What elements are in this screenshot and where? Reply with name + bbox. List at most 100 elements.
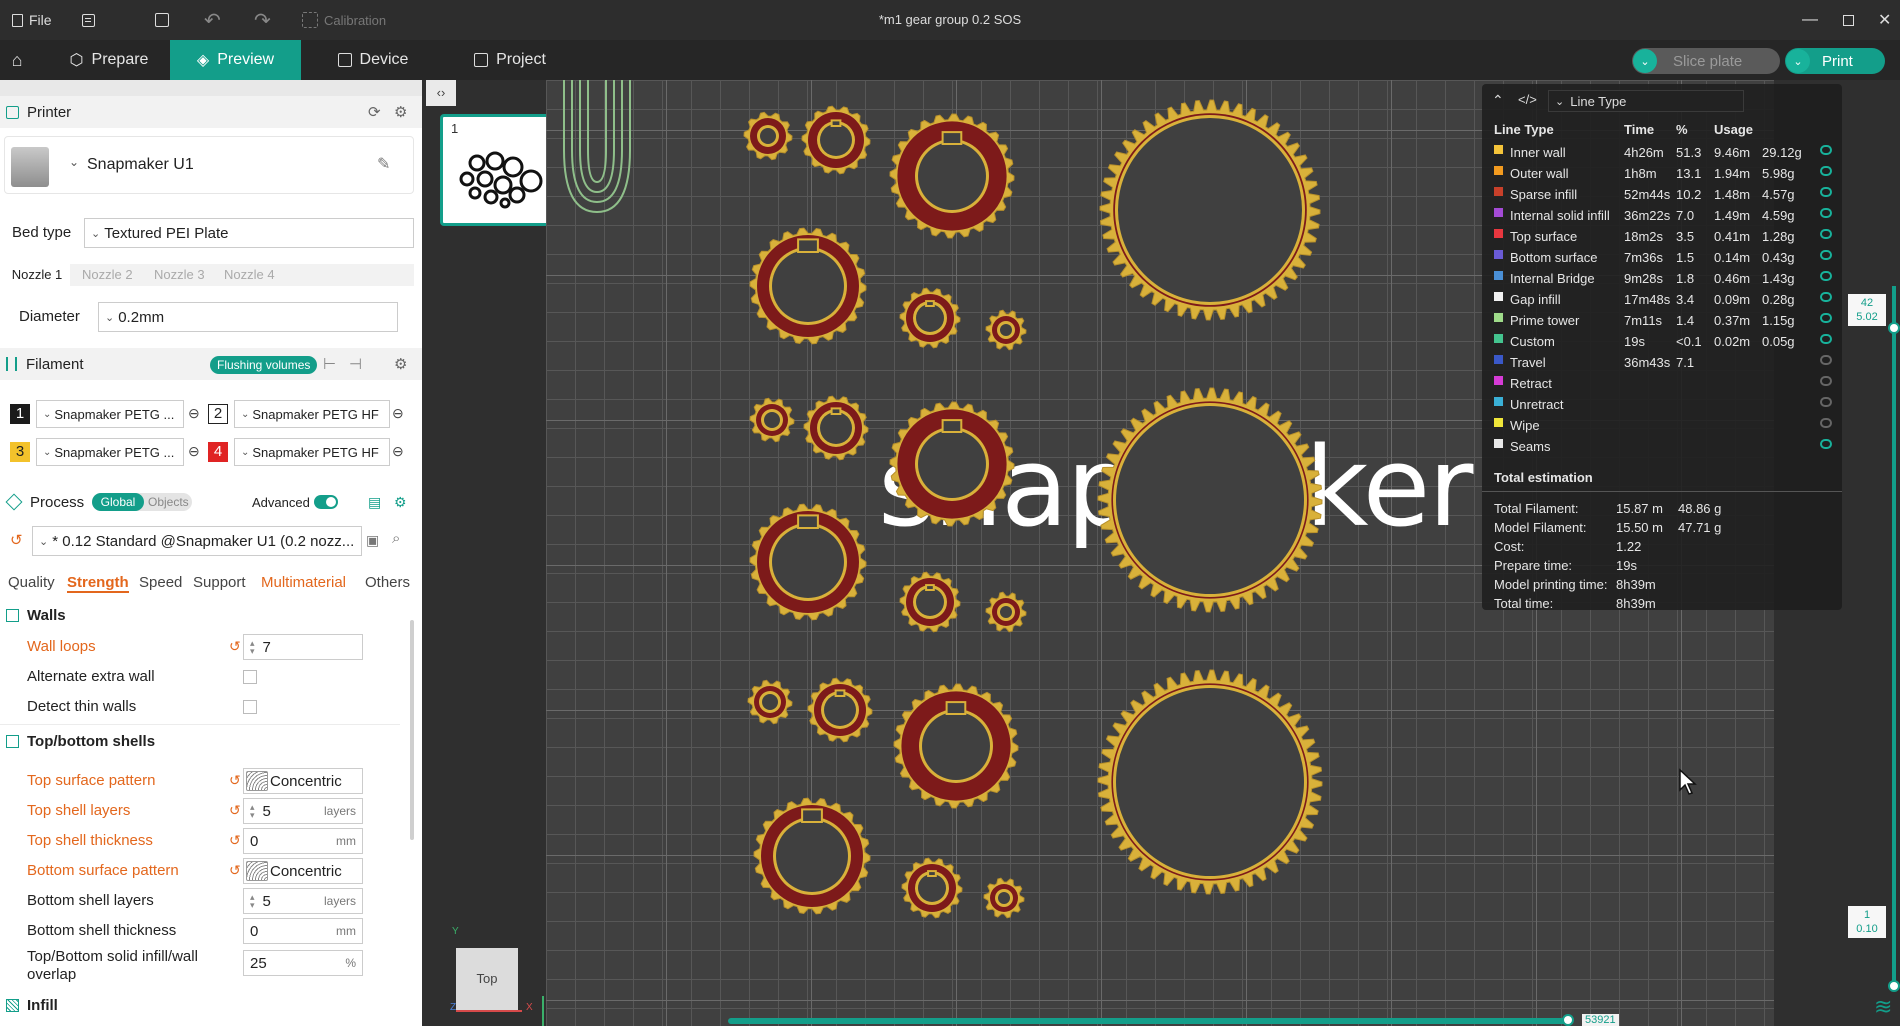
home-button[interactable]: ⌂ [0, 40, 34, 80]
gear-model[interactable] [983, 877, 1025, 919]
gear-model[interactable] [1097, 387, 1323, 613]
view-cube[interactable]: Top [456, 948, 518, 1010]
chevron-down-icon[interactable]: ⌄ [1633, 49, 1657, 73]
chevron-down-icon[interactable]: ⌄ [1786, 49, 1810, 73]
gear-model[interactable] [893, 683, 1019, 809]
toggle-objects[interactable]: Objects [148, 495, 189, 509]
menu-button[interactable] [82, 0, 95, 40]
eye-off-icon[interactable] [1820, 355, 1832, 365]
process-settings-icon[interactable]: ⚙ [394, 494, 407, 511]
tab-nozzle-4[interactable]: Nozzle 4 [224, 267, 275, 282]
legend-row[interactable]: Custom 19s <0.1 0.02m 0.05g [1482, 331, 1842, 352]
tab-nozzle-1[interactable]: Nozzle 1 [4, 264, 70, 286]
eye-off-icon[interactable] [1820, 418, 1832, 428]
sidebar-scrollbar[interactable] [410, 620, 414, 840]
calibration-button[interactable]: Calibration [302, 0, 386, 40]
gear-model[interactable] [889, 401, 1015, 527]
gear-model[interactable] [899, 571, 961, 633]
top-surface-pattern-select[interactable]: Concentric [243, 768, 363, 794]
tab-project[interactable]: Project [455, 40, 565, 80]
filament-slot[interactable]: 3 ⌄ Snapmaker PETG ... ⊖ [8, 438, 204, 466]
reset-icon[interactable]: ↺ [229, 772, 241, 789]
legend-row[interactable]: Gap infill 17m48s 3.4 0.09m 0.28g [1482, 289, 1842, 310]
gear-model[interactable] [753, 797, 871, 915]
gear-model[interactable] [801, 105, 871, 175]
gear-model[interactable] [899, 287, 961, 349]
gear-model[interactable] [743, 111, 793, 161]
save-preset-icon[interactable]: ▣ [366, 532, 379, 549]
eye-icon[interactable] [1820, 250, 1832, 260]
legend-row[interactable]: Seams [1482, 436, 1842, 457]
minimize-button[interactable]: — [1802, 0, 1818, 40]
code-view-icon[interactable]: </> [1518, 92, 1537, 107]
eye-icon[interactable] [1820, 334, 1832, 344]
eye-icon[interactable] [1820, 313, 1832, 323]
diameter-select[interactable]: ⌄ 0.2mm [98, 302, 398, 332]
search-icon[interactable]: ⌕ [392, 530, 400, 547]
remove-circle-icon[interactable]: ⊖ [392, 443, 404, 460]
print-button[interactable]: ⌄ Print [1785, 48, 1885, 74]
remove-circle-icon[interactable]: ⊖ [188, 443, 200, 460]
filament-select[interactable]: ⌄ Snapmaker PETG ... [36, 400, 184, 428]
filament-slot[interactable]: 4 ⌄ Snapmaker PETG HF ⊖ [206, 438, 416, 466]
printer-section-header[interactable]: Printer ⟳ ⚙ [0, 96, 422, 128]
remove-circle-icon[interactable]: ⊖ [188, 405, 200, 422]
layer-slider-track[interactable] [1892, 286, 1896, 986]
wall-loops-stepper[interactable]: ▴ ▾ 7 [243, 634, 363, 660]
collapse-sidebar-button[interactable]: ‹› [426, 80, 456, 106]
filament-slot[interactable]: 2 ⌄ Snapmaker PETG HF ⊖ [206, 400, 416, 428]
flushing-volumes-button[interactable]: Flushing volumes [210, 356, 318, 374]
gear-model[interactable] [749, 227, 867, 345]
gear-model[interactable] [749, 503, 867, 621]
move-slider[interactable] [728, 1018, 1568, 1024]
eye-icon[interactable] [1820, 229, 1832, 239]
legend-row[interactable]: Unretract [1482, 394, 1842, 415]
legend-row[interactable]: Retract [1482, 373, 1842, 394]
file-menu[interactable]: File [12, 0, 52, 40]
slice-plate-button[interactable]: ⌄ Slice plate [1632, 48, 1780, 74]
eye-icon[interactable] [1820, 208, 1832, 218]
eye-icon[interactable] [1820, 439, 1832, 449]
printer-card[interactable]: ⌄ Snapmaker U1 ✎ [4, 136, 414, 194]
undo-button[interactable]: ↶ [204, 0, 221, 40]
edit-icon[interactable]: ✎ [377, 154, 390, 174]
bottom-shell-thickness-input[interactable]: 0 mm [243, 918, 363, 944]
tab-multimaterial[interactable]: Multimaterial [261, 574, 346, 591]
process-preset-select[interactable]: ⌄ * 0.12 Standard @Snapmaker U1 (0.2 noz… [32, 526, 362, 556]
reset-icon[interactable]: ↺ [229, 832, 241, 849]
detect-thin-walls-checkbox[interactable] [243, 700, 257, 714]
tab-strength[interactable]: Strength [67, 574, 129, 593]
layers-stack-icon[interactable]: ≋ [1874, 994, 1892, 1020]
legend-row[interactable]: Internal Bridge 9m28s 1.8 0.46m 1.43g [1482, 268, 1842, 289]
close-button[interactable]: ✕ [1878, 0, 1891, 40]
gear-model[interactable] [803, 395, 869, 461]
legend-view-select[interactable]: ⌄ Line Type [1548, 90, 1744, 112]
layer-slider-top-handle[interactable] [1888, 322, 1900, 334]
overlap-input[interactable]: 25 % [243, 950, 363, 976]
filament-select[interactable]: ⌄ Snapmaker PETG HF [234, 438, 390, 466]
advanced-switch[interactable] [314, 495, 338, 509]
gear-model[interactable] [985, 591, 1027, 633]
tab-speed[interactable]: Speed [139, 574, 182, 591]
gear-model[interactable] [807, 677, 873, 743]
compare-icon[interactable]: ▤ [368, 494, 381, 511]
stepper-arrows-icon[interactable]: ▴ ▾ [250, 893, 255, 910]
legend-row[interactable]: Travel 36m43s 7.1 [1482, 352, 1842, 373]
filament-select[interactable]: ⌄ Snapmaker PETG ... [36, 438, 184, 466]
eye-icon[interactable] [1820, 187, 1832, 197]
reset-icon[interactable]: ↺ [229, 638, 241, 655]
top-shell-thickness-input[interactable]: 0 mm [243, 828, 363, 854]
stepper-arrows-icon[interactable]: ▴ ▾ [250, 639, 255, 656]
settings-icon[interactable]: ⚙ [394, 103, 407, 121]
redo-button[interactable]: ↷ [254, 0, 271, 40]
remove-filament-icon[interactable]: ⊣ [349, 355, 362, 373]
save-button[interactable] [155, 0, 169, 40]
gear-model[interactable] [1099, 99, 1321, 321]
reset-icon[interactable]: ↺ [10, 531, 23, 549]
eye-off-icon[interactable] [1820, 376, 1832, 386]
top-shell-layers-stepper[interactable]: ▴ ▾ 5 layers [243, 798, 363, 824]
eye-icon[interactable] [1820, 271, 1832, 281]
legend-row[interactable]: Prime tower 7m11s 1.4 0.37m 1.15g [1482, 310, 1842, 331]
move-slider-handle[interactable] [1562, 1014, 1574, 1026]
layer-slider-bottom-handle[interactable] [1888, 980, 1900, 992]
